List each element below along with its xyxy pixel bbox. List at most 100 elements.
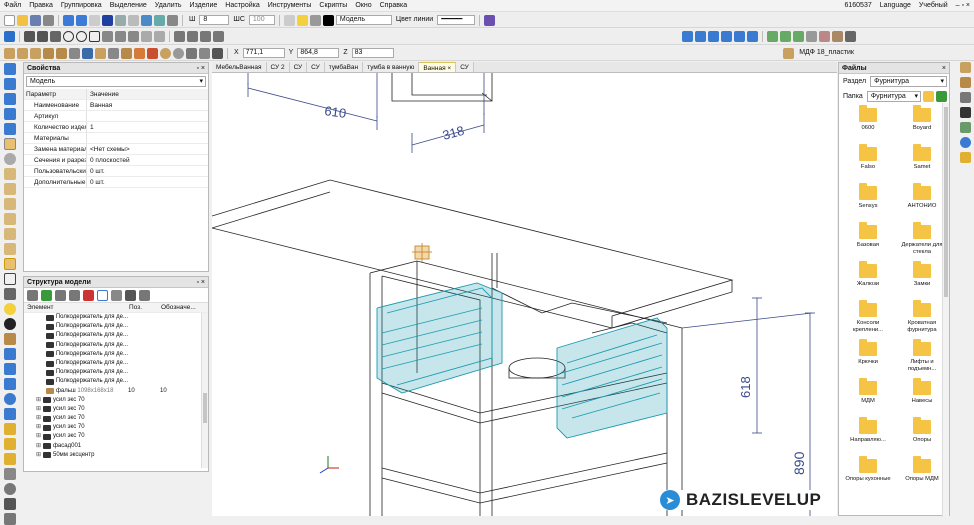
folder-item[interactable]: Держатели для стекла [897, 222, 947, 259]
hide-icon[interactable] [283, 14, 295, 26]
folder-item[interactable]: Опоры [897, 417, 947, 454]
cube-front-icon[interactable] [4, 168, 16, 180]
folder-item[interactable]: Жалюзи [843, 261, 893, 298]
layers-icon[interactable] [154, 14, 165, 26]
zoom-in-icon[interactable] [767, 31, 778, 42]
folder-item[interactable]: Лифты и подъемн... [897, 339, 947, 376]
view-wire-icon[interactable] [4, 78, 16, 90]
menu-edit[interactable]: Правка [25, 0, 57, 12]
menu-file[interactable]: Файл [0, 0, 25, 12]
folder-item[interactable]: Sensys [843, 183, 893, 220]
refresh-icon[interactable] [936, 91, 947, 102]
box-icon[interactable] [56, 47, 67, 59]
tree-row[interactable]: ⊞ усил экс 70 [28, 396, 208, 405]
close-icon[interactable]: × [942, 63, 946, 74]
array-icon[interactable] [199, 47, 210, 59]
wire-cube-icon[interactable] [4, 273, 16, 285]
cylinder-icon[interactable] [186, 47, 197, 59]
menu-tools[interactable]: Инструменты [264, 0, 316, 12]
cube-bottom-icon[interactable] [4, 243, 16, 255]
dimension-icon[interactable] [141, 31, 152, 42]
options-icon[interactable] [139, 289, 150, 301]
tree-row[interactable]: Полкодержатель для де... [28, 359, 208, 368]
edition-menu[interactable]: Учебный [915, 0, 952, 12]
circle-icon[interactable] [63, 31, 74, 42]
view-side-icon[interactable] [4, 108, 16, 120]
menu-scripts[interactable]: Скрипты [315, 0, 351, 12]
eye-icon[interactable] [111, 289, 122, 301]
rectangle-icon[interactable] [89, 31, 100, 42]
polyline-icon[interactable] [37, 31, 48, 42]
prop-row[interactable]: Наименование Ванная [24, 100, 208, 111]
group-icon[interactable] [4, 498, 16, 510]
tab-mebel-vannaya[interactable]: МебельВанная [212, 62, 267, 72]
spec-icon[interactable] [4, 378, 16, 390]
prop-value[interactable]: <Нет схемы> [87, 144, 130, 154]
line-type-select[interactable]: ━━━━━ [437, 15, 476, 25]
prop-value[interactable] [87, 133, 90, 143]
window-controls[interactable]: – ▫ × [952, 0, 974, 12]
zoom-out-icon[interactable] [780, 31, 791, 42]
line-width-select[interactable]: 8 [199, 15, 230, 25]
view-back-icon[interactable] [695, 31, 706, 42]
redo-icon[interactable] [76, 14, 87, 26]
check-icon[interactable] [4, 318, 16, 330]
edge-icon[interactable] [121, 47, 132, 59]
move-icon[interactable] [174, 31, 185, 42]
folder-item[interactable]: Samet [897, 144, 947, 181]
settings-gear-icon[interactable] [959, 122, 971, 133]
tab-tumba-v-vannuyu[interactable]: тумба в ванную [363, 62, 420, 72]
light-bulb-icon[interactable] [296, 14, 308, 26]
prop-row[interactable]: Количество издел 1 [24, 122, 208, 133]
tree-row[interactable]: ⊞ 50мм эксцентр [28, 451, 208, 460]
render-icon[interactable] [167, 14, 178, 26]
folder-item[interactable]: Falso [843, 144, 893, 181]
tree-row[interactable]: Полкодержатель для де... [28, 331, 208, 340]
prop-row[interactable]: Пользовательские 0 шт. [24, 166, 208, 177]
measure-icon[interactable] [213, 31, 224, 42]
cube-left-icon[interactable] [4, 198, 16, 210]
prop-value[interactable]: 1 [87, 122, 94, 132]
tab-su-b[interactable]: СУ [307, 62, 325, 72]
prop-row[interactable]: Дополнительные у0 шт. [24, 177, 208, 188]
panel-vertical-icon[interactable] [17, 47, 28, 59]
panel-horizontal-icon[interactable] [30, 47, 41, 59]
view-front2-icon[interactable] [4, 93, 16, 105]
prop-value[interactable]: 0 шт. [87, 166, 105, 176]
folder-item[interactable]: Навесы [897, 378, 947, 415]
material-assign-icon[interactable] [4, 333, 16, 345]
table-icon[interactable] [4, 348, 16, 360]
fitting-icon[interactable] [108, 47, 119, 59]
prop-row[interactable]: Материалы [24, 133, 208, 144]
report-icon[interactable] [4, 363, 16, 375]
drawer-icon[interactable] [82, 47, 93, 59]
door-icon[interactable] [95, 47, 106, 59]
folder-item[interactable]: 0600 [843, 105, 893, 142]
tree-row[interactable]: Полкодержатель для де... [28, 313, 208, 322]
panel-front-icon[interactable] [43, 47, 54, 59]
folder-item[interactable]: Базовая [843, 222, 893, 259]
language-menu[interactable]: Language [876, 0, 915, 12]
cloud-icon[interactable] [959, 137, 971, 148]
camera-icon[interactable] [845, 31, 856, 42]
menu-settings[interactable]: Настройка [221, 0, 263, 12]
open-folder-icon[interactable] [17, 14, 28, 26]
save-icon[interactable] [30, 14, 41, 26]
view-top2-icon[interactable] [4, 123, 16, 135]
tab-tumbavan[interactable]: тумбаВан [324, 62, 364, 72]
close-icon[interactable]: ▫ × [196, 277, 205, 288]
select-tool-icon[interactable] [89, 14, 100, 26]
layer-select[interactable]: Модель [335, 15, 392, 25]
folder-item[interactable]: АНТОНИО [897, 183, 947, 220]
cube-view-icon[interactable] [4, 138, 16, 150]
cube-iso-icon[interactable] [4, 258, 16, 270]
sphere-icon[interactable] [173, 47, 184, 59]
cube-top-icon[interactable] [4, 228, 16, 240]
prop-row[interactable]: Замена материало <Нет схемы> [24, 144, 208, 155]
prop-row[interactable]: Артикул [24, 111, 208, 122]
prop-value[interactable] [87, 111, 90, 121]
plinth-icon[interactable] [147, 47, 158, 59]
text-icon[interactable] [154, 31, 165, 42]
coord-y-value[interactable]: 864,8 [297, 48, 340, 58]
view-right-icon[interactable] [721, 31, 732, 42]
